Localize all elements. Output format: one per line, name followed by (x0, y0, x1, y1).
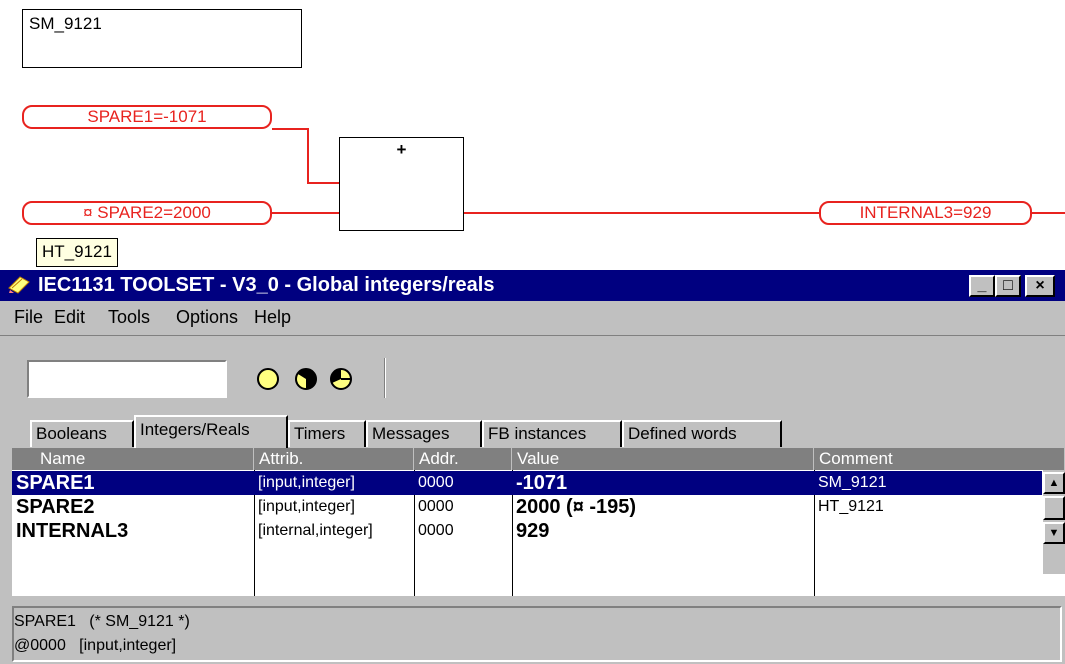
cell-comment (814, 519, 1042, 543)
tab-booleans[interactable]: Booleans (30, 420, 134, 447)
circle-half-icon[interactable] (293, 366, 319, 392)
column-header-value[interactable]: Value (512, 448, 814, 470)
cell-name: SPARE2 (16, 496, 95, 518)
table-row[interactable]: SPARE1 [input,integer] 0000 -1071 SM_912… (12, 471, 1042, 495)
fbd-diagram: SM_9121 SPARE1=-1071 ¤ SPARE2=2000 INTER… (0, 0, 1065, 270)
cell-addr: 0000 (418, 498, 454, 515)
cell-addr: 0000 (418, 522, 454, 539)
column-header-addr[interactable]: Addr. (414, 448, 512, 470)
variable-spare2[interactable]: ¤ SPARE2=2000 (22, 201, 272, 225)
close-button[interactable]: × (1025, 275, 1055, 297)
add-function-block[interactable]: + (339, 137, 464, 231)
minimize-button[interactable]: _ (969, 275, 995, 297)
info-panel: SPARE1 (* SM_9121 *) @0000 [input,intege… (12, 606, 1062, 662)
search-input[interactable] (27, 360, 227, 398)
info-line-declaration: SPARE1 (* SM_9121 *) (14, 613, 190, 630)
table-row[interactable]: SPARE2 [input,integer] 0000 2000 (¤ -195… (12, 495, 1042, 519)
window-title: IEC1131 TOOLSET - V3_0 - Global integers… (38, 274, 495, 296)
cell-addr: 0000 (418, 474, 454, 491)
menu-help[interactable]: Help (254, 307, 291, 328)
menu-tools[interactable]: Tools (108, 307, 150, 328)
pencil-ruler-icon (8, 276, 30, 294)
add-symbol: + (396, 140, 407, 159)
title-bar[interactable]: IEC1131 TOOLSET - V3_0 - Global integers… (0, 270, 1065, 301)
tab-integers-reals[interactable]: Integers/Reals (134, 415, 288, 448)
cell-comment: HT_9121 (818, 498, 884, 515)
wire-spare1 (272, 128, 339, 184)
circle-pie-icon[interactable] (328, 366, 354, 392)
cell-attrib: [input,integer] (258, 498, 355, 515)
tab-defined-words[interactable]: Defined words (622, 420, 782, 447)
toolset-window: IEC1131 TOOLSET - V3_0 - Global integers… (0, 270, 1065, 664)
cell-name: INTERNAL3 (16, 520, 129, 542)
scroll-thumb[interactable] (1043, 496, 1065, 520)
menu-edit[interactable]: Edit (54, 307, 85, 328)
vertical-scrollbar[interactable]: ▲ ▼ (1043, 470, 1065, 574)
toolbar (0, 335, 1065, 406)
cell-name: SPARE1 (16, 472, 95, 494)
table-row[interactable]: INTERNAL3 [internal,integer] 0000 929 (12, 519, 1042, 543)
cell-attrib: [input,integer] (258, 474, 355, 491)
menu-options[interactable]: Options (176, 307, 238, 328)
scroll-up-icon[interactable]: ▲ (1043, 472, 1065, 494)
tab-strip: Booleans Integers/Reals Timers Messages … (0, 415, 1065, 448)
tab-timers[interactable]: Timers (288, 420, 366, 447)
variable-spare1[interactable]: SPARE1=-1071 (22, 105, 272, 129)
maximize-button[interactable]: □ (995, 275, 1021, 297)
tooltip: HT_9121 (36, 238, 118, 267)
tab-fb-instances[interactable]: FB instances (482, 420, 622, 447)
cell-value: 2000 (¤ -195) (516, 496, 637, 518)
tab-messages[interactable]: Messages (366, 420, 482, 447)
menu-file[interactable]: File (14, 307, 43, 328)
circle-yellow-icon[interactable] (255, 366, 281, 392)
column-header-attrib[interactable]: Attrib. (254, 448, 414, 470)
toolbar-separator (384, 358, 386, 398)
column-header-name[interactable]: Name (12, 448, 254, 470)
variable-internal3[interactable]: INTERNAL3=929 (819, 201, 1032, 225)
cell-attrib: [internal,integer] (258, 522, 373, 539)
comment-box[interactable]: SM_9121 (22, 9, 302, 68)
column-header-comment[interactable]: Comment (814, 448, 1065, 470)
variables-grid: Name Attrib. Addr. Value Comment SPARE1 … (12, 448, 1065, 596)
info-line-address: @0000 [input,integer] (14, 637, 177, 654)
scroll-down-icon[interactable]: ▼ (1043, 522, 1065, 544)
cell-comment: SM_9121 (818, 474, 887, 491)
grid-header: Name Attrib. Addr. Value Comment (12, 448, 1065, 470)
cell-value: -1071 (516, 472, 568, 494)
menu-bar: File Edit Tools Options Help (0, 301, 1065, 335)
cell-value: 929 (516, 520, 550, 542)
